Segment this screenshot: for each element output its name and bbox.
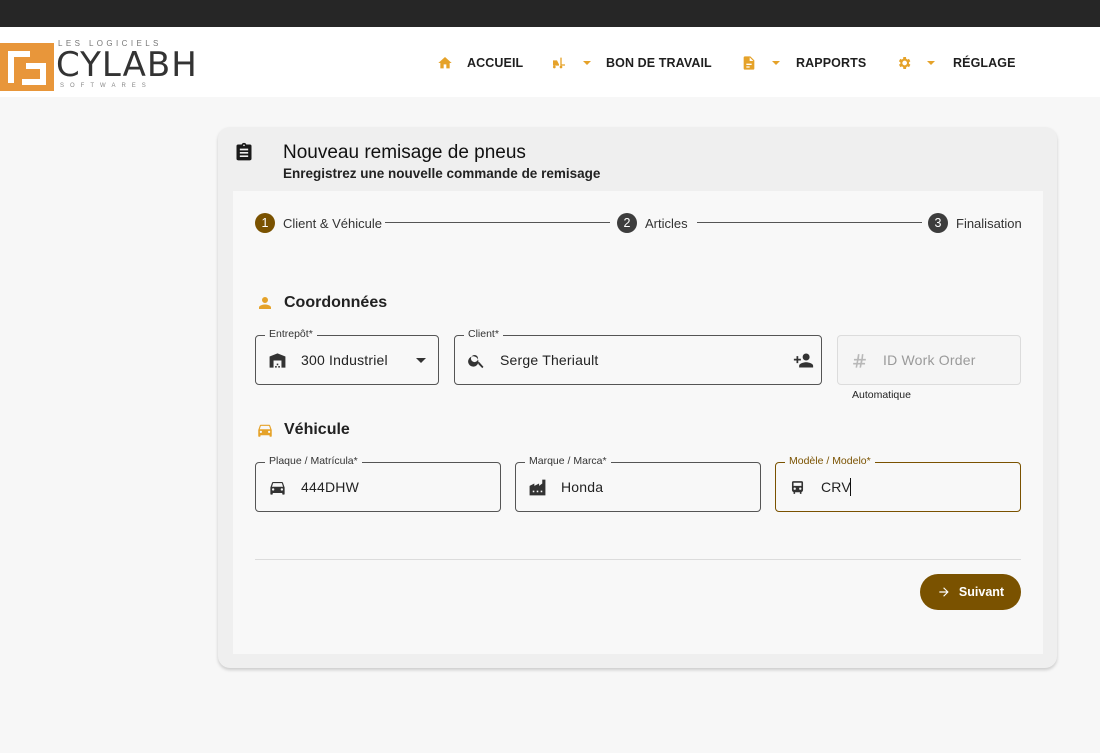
car-icon	[270, 481, 285, 495]
text-cursor	[850, 478, 851, 496]
page-title: Nouveau remisage de pneus	[283, 142, 526, 163]
storage-order-card: Nouveau remisage de pneus Enregistrez un…	[218, 127, 1057, 668]
nav-home-label: ACCUEIL	[467, 56, 524, 70]
make-input[interactable]: Marque / Marca* Honda	[515, 455, 761, 512]
field-label: Modèle / Modelo*	[785, 455, 875, 467]
field-label: Entrepôt*	[265, 328, 317, 340]
client-value: Serge Theriault	[500, 352, 599, 368]
home-icon	[438, 57, 452, 69]
logo-name: CYLABH	[56, 45, 198, 85]
page-subtitle: Enregistrez une nouvelle commande de rem…	[283, 166, 601, 181]
step-connector	[385, 222, 610, 223]
make-value: Honda	[561, 479, 604, 495]
model-input[interactable]: Modèle / Modelo* CRV	[775, 455, 1021, 512]
form-panel: 1 Client & Véhicule 2 Articles 3 Finalis…	[233, 191, 1043, 654]
chevron-down-icon	[772, 61, 780, 65]
section-title-vehicle: Véhicule	[284, 421, 350, 438]
step-connector	[697, 222, 922, 223]
nav-work-order[interactable]: BON DE TRAVAIL	[551, 53, 712, 73]
nav-settings-label: RÉGLAGE	[953, 56, 1016, 70]
logo-mark-icon	[0, 43, 54, 91]
company-logo[interactable]: LES LOGICIELS CYLABH SOFTWARES	[0, 35, 197, 91]
nav-work-order-label: BON DE TRAVAIL	[606, 56, 712, 70]
step-number: 1	[255, 213, 275, 233]
forklift-icon	[553, 57, 565, 69]
warehouse-value: 300 Industriel	[301, 352, 388, 368]
step-label: Client & Véhicule	[283, 215, 382, 231]
field-label: Plaque / Matrícula*	[265, 455, 362, 467]
step-finalisation[interactable]: 3 Finalisation	[928, 213, 1022, 233]
warehouse-icon	[269, 353, 286, 368]
chevron-down-icon[interactable]	[416, 358, 426, 363]
warehouse-select[interactable]: Entrepôt* 300 Industriel	[255, 328, 439, 385]
clipboard-icon	[236, 142, 252, 161]
step-client-vehicle[interactable]: 1 Client & Véhicule	[255, 213, 382, 233]
car-icon	[258, 424, 272, 437]
arrow-right-icon	[939, 587, 949, 597]
next-button-label: Suivant	[958, 585, 1005, 599]
step-number: 2	[617, 213, 637, 233]
work-order-hint: Automatique	[852, 389, 911, 401]
app-header: LES LOGICIELS CYLABH SOFTWARES ACCUEIL B…	[0, 27, 1100, 97]
field-label: Client*	[464, 328, 503, 340]
section-title-coordinates: Coordonnées	[284, 294, 388, 311]
next-button[interactable]: Suivant	[920, 574, 1021, 610]
plate-input[interactable]: Plaque / Matrícula* 444DHW	[255, 455, 501, 512]
factory-icon	[529, 479, 546, 496]
nav-reports-label: RAPPORTS	[796, 56, 867, 70]
report-icon	[743, 56, 755, 70]
step-label: Articles	[645, 215, 688, 231]
step-articles[interactable]: 2 Articles	[617, 213, 688, 233]
model-value: CRV	[821, 479, 851, 495]
step-label: Finalisation	[956, 215, 1022, 231]
field-label: Marque / Marca*	[525, 455, 611, 467]
logo-sub-text: SOFTWARES	[60, 83, 152, 89]
work-order-id-input[interactable]: ID Work Order	[837, 335, 1021, 385]
divider	[255, 559, 1021, 560]
step-number: 3	[928, 213, 948, 233]
client-search-input[interactable]: Client* Serge Theriault	[454, 328, 822, 385]
nav-settings[interactable]: RÉGLAGE	[896, 53, 1016, 73]
browser-top-bar	[0, 0, 1100, 27]
work-order-placeholder: ID Work Order	[883, 352, 976, 368]
gear-icon	[898, 57, 911, 69]
chevron-down-icon	[927, 61, 935, 65]
plate-value: 444DHW	[301, 479, 359, 495]
chevron-down-icon	[583, 61, 591, 65]
nav-reports[interactable]: RAPPORTS	[741, 53, 866, 73]
person-icon	[259, 297, 271, 309]
search-icon	[468, 354, 484, 369]
hash-icon	[853, 354, 866, 368]
nav-home[interactable]: ACCUEIL	[437, 53, 523, 73]
add-person-icon[interactable]	[793, 350, 814, 371]
car-front-icon	[791, 481, 804, 494]
